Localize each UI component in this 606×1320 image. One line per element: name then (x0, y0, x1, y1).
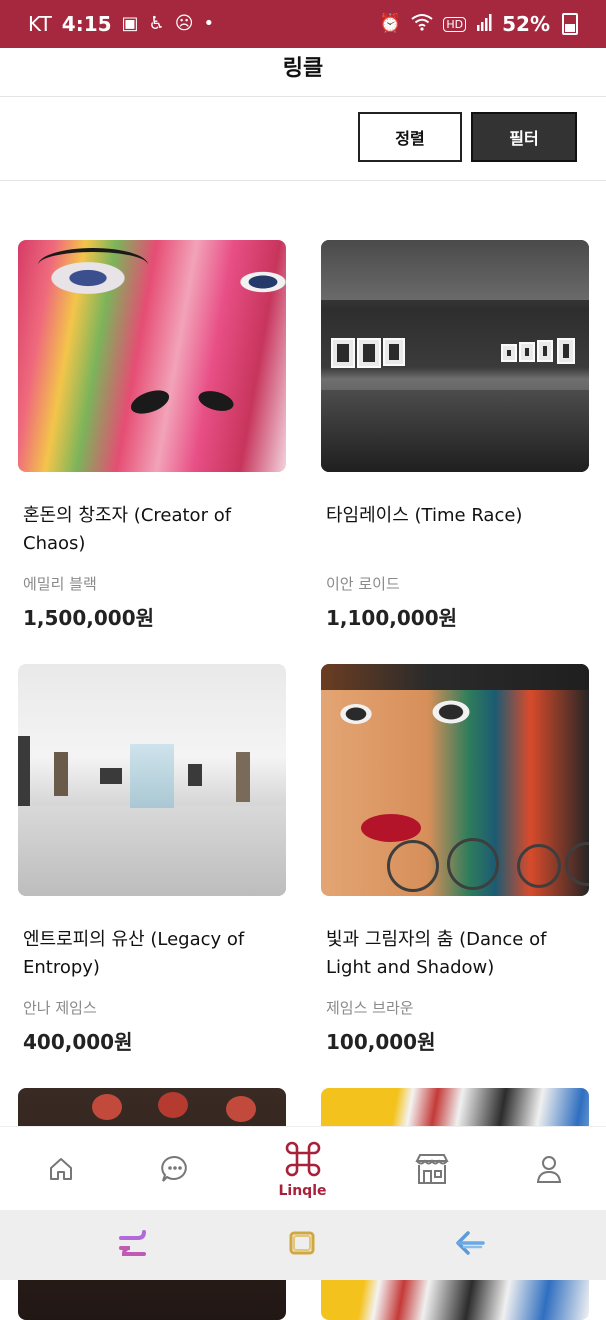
product-artist: 에밀리 블랙 (23, 575, 97, 593)
product-price: 400,000원 (23, 1030, 133, 1054)
hd-icon: HD (443, 16, 467, 32)
product-image[interactable] (321, 240, 589, 472)
sort-button[interactable]: 정렬 (358, 112, 462, 162)
home-button[interactable] (282, 1225, 322, 1265)
status-bar: KT 4:15 ▣ ♿ ☹ • ⏰ HD 52% (0, 0, 606, 48)
product-title[interactable]: 타임레이스 (Time Race) (326, 502, 588, 530)
profile-icon (535, 1154, 563, 1184)
notification-dot-icon: • (203, 13, 215, 34)
product-card[interactable]: 혼돈의 창조자 (Creator of Chaos) 에밀리 블랙 1,500,… (18, 240, 286, 630)
app-header: 링클 (0, 48, 606, 97)
product-artist: 제임스 브라운 (326, 999, 414, 1017)
product-card[interactable]: 타임레이스 (Time Race) 이안 로이드 1,100,000원 (321, 240, 589, 630)
product-title[interactable]: 혼돈의 창조자 (Creator of Chaos) (23, 502, 285, 558)
accessibility-icon: ♿ (148, 13, 165, 34)
alarm-icon: ⏰ (378, 13, 402, 34)
system-navigation-bar (0, 1210, 606, 1280)
home-square-icon (287, 1228, 317, 1262)
recents-icon (118, 1228, 148, 1262)
nav-chat[interactable] (114, 1127, 235, 1211)
product-image[interactable] (18, 240, 286, 472)
product-price: 1,100,000원 (326, 606, 458, 630)
nav-linqle-label: Linqle (278, 1183, 327, 1199)
battery-icon (562, 13, 578, 35)
nav-linqle[interactable]: Linqle (242, 1127, 363, 1211)
wifi-icon (411, 13, 433, 35)
page-title: 링클 (282, 56, 324, 81)
clock-time: 4:15 (61, 12, 112, 36)
product-card[interactable]: 빛과 그림자의 춤 (Dance of Light and Shadow) 제임… (321, 664, 589, 1054)
product-price: 1,500,000원 (23, 606, 155, 630)
product-title[interactable]: 엔트로피의 유산 (Legacy of Entropy) (23, 926, 285, 982)
product-title[interactable]: 빛과 그림자의 춤 (Dance of Light and Shadow) (326, 926, 588, 982)
back-arrow-icon (454, 1228, 486, 1262)
nav-home[interactable] (0, 1127, 121, 1211)
home-icon (47, 1155, 75, 1183)
emoji-icon: ☹ (174, 13, 194, 34)
command-icon (283, 1139, 323, 1179)
battery-percent: 52% (502, 12, 550, 36)
product-image[interactable] (18, 664, 286, 896)
signal-icon (476, 13, 492, 35)
carrier-label: KT (28, 12, 52, 36)
bottom-navigation: Linqle (0, 1126, 606, 1211)
filter-button[interactable]: 필터 (471, 112, 577, 162)
product-image[interactable] (321, 664, 589, 896)
product-artist: 이안 로이드 (326, 575, 400, 593)
chat-icon (160, 1154, 190, 1184)
back-button[interactable] (450, 1225, 490, 1265)
product-card[interactable]: 엔트로피의 유산 (Legacy of Entropy) 안나 제임스 400,… (18, 664, 286, 1054)
recents-button[interactable] (113, 1225, 153, 1265)
product-artist: 안나 제임스 (23, 999, 97, 1017)
store-icon (414, 1153, 450, 1185)
product-price: 100,000원 (326, 1030, 436, 1054)
toolbar: 정렬 필터 (0, 97, 606, 181)
nav-profile[interactable] (488, 1127, 606, 1211)
gallery-icon: ▣ (121, 13, 139, 34)
nav-store[interactable] (371, 1127, 492, 1211)
